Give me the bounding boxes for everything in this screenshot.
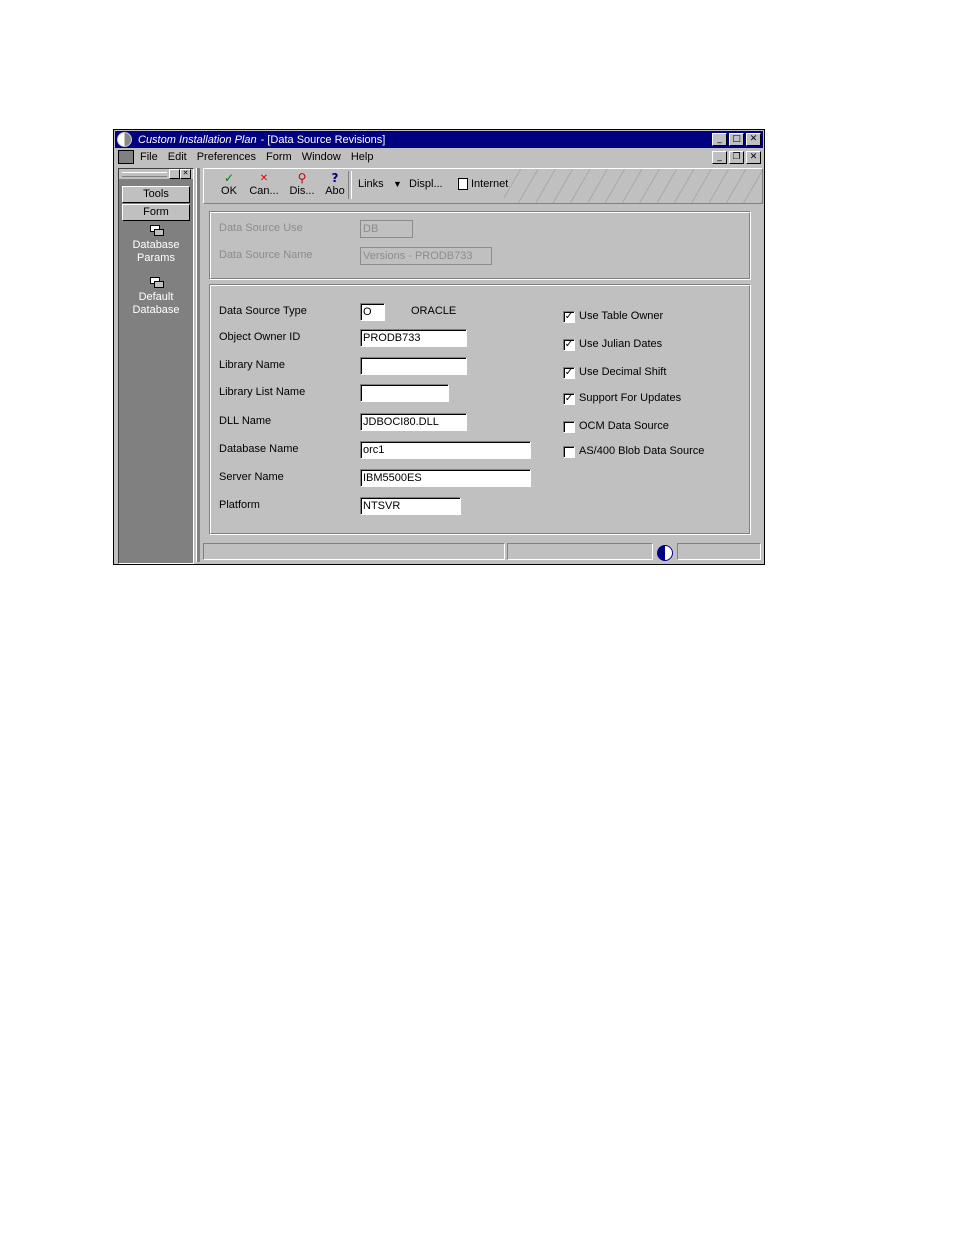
data-source-name-field: Versions - PRODB733 [360,247,492,265]
ocm-data-source-checkbox[interactable] [563,421,575,433]
library-list-name-input[interactable] [360,384,449,402]
support-for-updates-checkbox[interactable]: ✓ [563,393,575,405]
database-params-icon [150,225,164,236]
status-bar [203,543,761,561]
library-name-label: Library Name [219,359,286,371]
form-system-icon[interactable] [118,150,134,164]
sidebar-item-database-params[interactable]: Database Params [119,225,193,265]
data-source-use-label: Data Source Use [219,222,303,234]
platform-label: Platform [219,499,260,511]
details-group: Data Source Type O ORACLE Object Owner I… [209,284,751,535]
about-label: Abo [325,185,345,197]
use-decimal-shift-checkbox[interactable]: ✓ [563,367,575,379]
data-source-name-label: Data Source Name [219,249,313,261]
use-table-owner-label: Use Table Owner [579,310,664,322]
close-button[interactable]: ✕ [746,133,761,146]
data-source-type-description: ORACLE [411,305,457,317]
ok-button[interactable]: ✓ OK [216,171,242,198]
minimize-button[interactable]: _ [712,133,727,146]
about-help-icon: ? [331,171,339,185]
use-decimal-shift-label: Use Decimal Shift [579,366,667,378]
default-database-icon [150,277,164,288]
drag-grip[interactable] [122,172,167,177]
library-name-input[interactable] [360,357,467,375]
object-owner-id-input[interactable]: PRODB733 [360,329,467,347]
toolbar-separator [348,171,352,199]
use-julian-dates-label: Use Julian Dates [579,338,663,350]
menu-edit[interactable]: Edit [168,151,187,163]
sidebar-item-label: Database [132,304,180,316]
status-panel-right [677,543,761,560]
cancel-button[interactable]: ✕ Can... [248,172,280,197]
form-button[interactable]: Form [122,204,190,221]
dll-name-input[interactable]: JDBOCI80.DLL [360,413,467,431]
check-icon: ✓ [223,171,235,185]
sidebar-item-label: Database [132,239,180,251]
sidebar-item-label: Default [138,291,174,303]
links-menu[interactable]: Links [358,178,384,190]
status-panel-secondary [507,543,653,560]
exit-bar-close-button[interactable]: ✕ [180,169,191,179]
tools-button[interactable]: Tools [122,186,190,203]
maximize-button[interactable]: □ [729,133,744,146]
menu-preferences[interactable]: Preferences [197,151,256,163]
object-owner-id-label: Object Owner ID [219,331,301,343]
as400-blob-data-source-checkbox[interactable] [563,446,575,458]
display-button[interactable]: ⚲ Dis... [286,171,318,198]
child-close-button[interactable]: ✕ [746,151,761,164]
database-name-label: Database Name [219,443,299,455]
cancel-x-icon: ✕ [259,173,269,184]
menu-bar: File Edit Preferences Form Window Help _… [115,149,763,165]
child-minimize-button[interactable]: _ [712,151,727,164]
use-table-owner-checkbox[interactable]: ✓ [563,311,575,323]
data-source-use-field: DB [360,220,413,238]
server-name-label: Server Name [219,471,284,483]
title-bar[interactable]: Custom Installation Plan - [Data Source … [115,131,763,148]
pane-splitter[interactable] [196,168,200,562]
exit-bar-undock-button[interactable] [169,169,180,179]
server-name-input[interactable]: IBM5500ES [360,469,531,487]
as400-blob-data-source-label: AS/400 Blob Data Source [579,445,705,457]
sidebar-item-label: Params [137,252,175,264]
library-list-name-label: Library List Name [219,386,306,398]
document-title: - [Data Source Revisions] [260,133,386,146]
application-window: Custom Installation Plan - [Data Source … [113,129,765,565]
ocm-data-source-label: OCM Data Source [579,420,669,432]
menu-help[interactable]: Help [351,151,374,163]
ok-label: OK [221,185,237,197]
internet-page-icon [458,178,468,190]
sidebar-item-default-database[interactable]: Default Database [119,277,193,317]
exit-bar-header: ✕ [119,169,193,179]
platform-input[interactable]: NTSVR [360,497,461,515]
about-button[interactable]: ? Abo [322,171,348,198]
internet-link[interactable]: Internet [471,178,508,190]
child-restore-button[interactable]: ❐ [729,151,744,164]
toolbar: ✓ OK ✕ Can... ⚲ Dis... ? Abo Links ▼ Dis… [203,168,763,204]
dll-name-label: DLL Name [219,415,272,427]
cancel-label: Can... [249,185,279,197]
data-source-type-label: Data Source Type [219,305,307,317]
dropdown-arrow-icon[interactable]: ▼ [393,179,402,189]
app-title: Custom Installation Plan [138,133,257,146]
globe-icon [657,545,673,561]
menu-form[interactable]: Form [266,151,292,163]
menu-file[interactable]: File [140,151,158,163]
database-name-input[interactable]: orc1 [360,441,531,459]
header-group: Data Source Use DB Data Source Name Vers… [209,211,751,280]
data-source-type-input[interactable]: O [360,303,385,321]
status-panel-main [203,543,505,560]
app-globe-icon[interactable] [117,132,132,147]
use-julian-dates-checkbox[interactable]: ✓ [563,339,575,351]
display-label: Dis... [289,185,315,197]
menu-window[interactable]: Window [302,151,341,163]
exit-bar: ✕ Tools Form Database Params Default Dat… [118,168,194,564]
support-for-updates-label: Support For Updates [579,392,682,404]
display-menu[interactable]: Displ... [409,178,443,190]
display-icon: ⚲ [297,171,307,185]
